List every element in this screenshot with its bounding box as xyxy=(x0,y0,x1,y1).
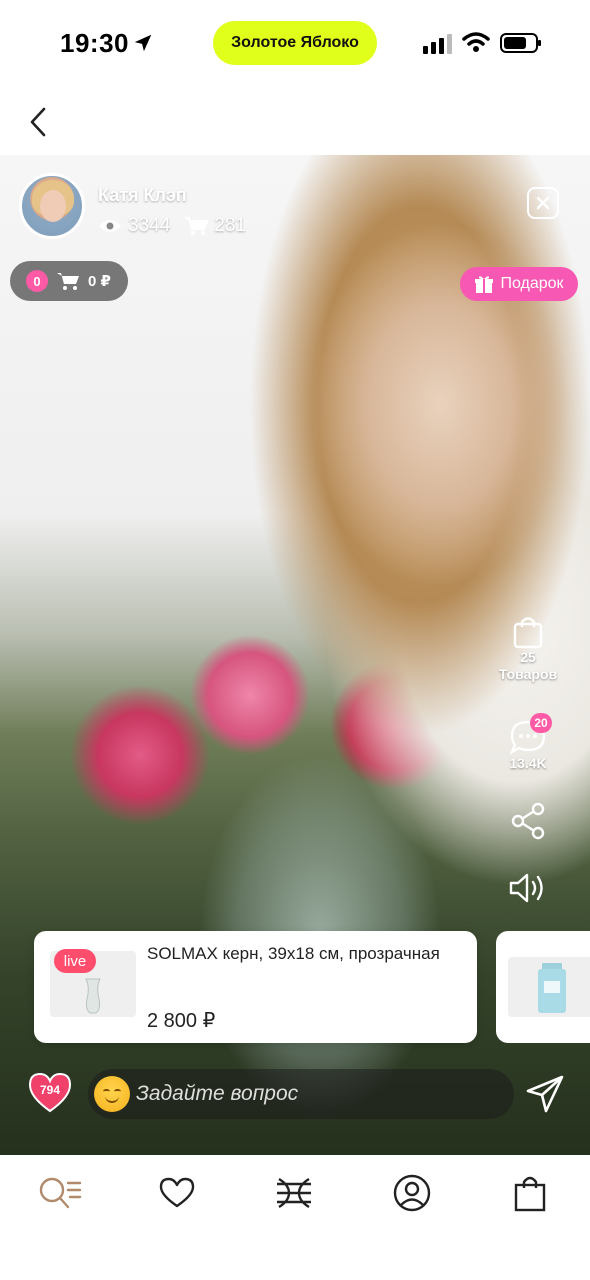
streamer-avatar[interactable] xyxy=(19,173,85,239)
product-image-next xyxy=(508,957,590,1017)
back-button[interactable] xyxy=(18,100,58,144)
send-button[interactable] xyxy=(524,1073,566,1115)
speaker-icon xyxy=(509,873,543,903)
nav-profile[interactable] xyxy=(392,1173,432,1213)
live-badge: live xyxy=(54,949,96,973)
nav-favorites[interactable] xyxy=(157,1173,197,1213)
search-menu-icon xyxy=(39,1177,82,1209)
close-icon xyxy=(536,196,550,210)
cart-count-badge: 0 xyxy=(26,270,48,292)
bag-icon xyxy=(514,1176,546,1212)
send-icon xyxy=(526,1075,564,1113)
nav-search[interactable] xyxy=(38,1173,82,1213)
stream-cart-button[interactable]: 0 0 ₽ xyxy=(10,261,128,301)
cellular-signal-icon xyxy=(423,34,452,54)
gift-label: Подарок xyxy=(500,275,564,292)
products-label: Товаров xyxy=(498,666,558,682)
views-count: 3344 xyxy=(128,215,171,236)
product-card-next[interactable] xyxy=(496,931,590,1043)
live-video[interactable]: Катя Клэп 3344 281 0 0 ₽ Подарок 25 Това… xyxy=(0,155,590,1155)
bottom-nav xyxy=(0,1155,590,1280)
status-time: 19:30 xyxy=(60,28,129,58)
heart-icon xyxy=(159,1177,195,1208)
products-count: 25 xyxy=(520,649,536,665)
emoji-button[interactable] xyxy=(94,1076,130,1112)
purchases-count: 281 xyxy=(214,215,246,236)
question-bar xyxy=(88,1069,514,1119)
sound-button[interactable] xyxy=(494,871,562,905)
carrier-pill[interactable]: Золотое Яблоко xyxy=(213,21,377,65)
chat-button[interactable]: 20 13.4K xyxy=(494,713,562,772)
battery-icon xyxy=(500,33,541,53)
gift-button[interactable]: Подарок xyxy=(460,267,578,301)
question-input[interactable] xyxy=(136,1082,514,1106)
catalog-logo-icon xyxy=(277,1177,311,1209)
profile-icon xyxy=(393,1174,431,1212)
share-button[interactable] xyxy=(494,801,562,841)
product-price: 2 800 ₽ xyxy=(147,1010,216,1032)
share-icon xyxy=(511,802,545,840)
streamer-name[interactable]: Катя Клэп xyxy=(98,185,187,206)
cart-total: 0 ₽ xyxy=(88,273,111,290)
location-arrow-icon xyxy=(134,34,152,52)
live-stream-screen: 19:30 Золотое Яблоко Катя Клэп 3344 281 … xyxy=(0,0,590,1280)
product-title: SOLMAX керн, 39x18 см, прозрачная xyxy=(147,944,440,963)
cart-icon xyxy=(57,273,79,290)
likes-button[interactable]: 794 xyxy=(28,1071,72,1113)
products-button[interactable]: 25 Товаров xyxy=(494,615,562,683)
nav-bag[interactable] xyxy=(510,1173,550,1213)
chat-count: 13.4K xyxy=(509,755,547,771)
cart-stat-icon xyxy=(185,216,209,235)
vase-image-icon xyxy=(85,978,101,1014)
nav-catalog[interactable] xyxy=(274,1173,314,1213)
bottle-image-icon xyxy=(538,963,566,1013)
gift-icon xyxy=(475,276,494,293)
status-bar: 19:30 Золотое Яблоко xyxy=(0,0,590,88)
eye-icon xyxy=(99,220,121,232)
product-card[interactable]: live SOLMAX керн, 39x18 см, прозрачная 2… xyxy=(34,931,477,1043)
stream-stats: 3344 281 xyxy=(98,215,246,237)
chat-unread-badge: 20 xyxy=(530,713,552,733)
close-stream-button[interactable] xyxy=(527,187,559,219)
chevron-left-icon xyxy=(30,107,46,137)
likes-count: 794 xyxy=(39,1083,61,1097)
wifi-icon xyxy=(462,32,490,52)
shopping-bag-icon xyxy=(513,617,543,649)
